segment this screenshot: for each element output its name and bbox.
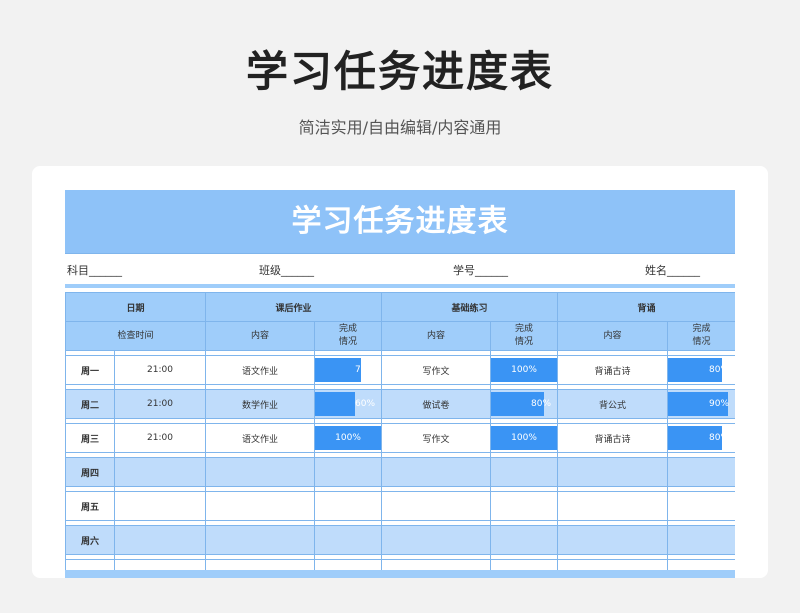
header-date: 日期 — [65, 292, 207, 322]
exercise-content-cell[interactable]: 写作文 — [381, 355, 492, 385]
progress-label: 80% — [709, 365, 730, 375]
day-cell: 周二 — [65, 389, 115, 419]
progress-bar: 100% — [315, 425, 381, 452]
recite-completion-cell[interactable]: 80% — [667, 423, 735, 453]
header-check-time: 检查时间 — [65, 321, 207, 351]
progress-label: 100% — [511, 365, 537, 375]
homework-content-cell[interactable] — [205, 525, 316, 555]
spreadsheet: 学习任务进度表 科目______ 班级______ 学号______ 姓名___… — [65, 190, 735, 578]
recite-content-cell[interactable]: 背诵古诗 — [557, 355, 669, 385]
exercise-completion-cell[interactable] — [490, 525, 559, 555]
check-time-cell[interactable] — [113, 491, 207, 521]
exercise-completion-cell[interactable] — [490, 491, 559, 521]
subject-field[interactable]: 科目______ — [67, 262, 122, 278]
preview-card: 学习任务进度表 科目______ 班级______ 学号______ 姓名___… — [32, 166, 768, 578]
recite-completion-cell[interactable] — [667, 525, 735, 555]
check-time-cell[interactable] — [113, 457, 207, 487]
class-field[interactable]: 班级______ — [259, 262, 314, 278]
day-cell: 周五 — [65, 491, 115, 521]
bottom-bar — [65, 570, 735, 578]
header-homework: 课后作业 — [205, 292, 383, 322]
recite-completion-cell[interactable]: 90% — [667, 389, 735, 419]
recite-content-cell[interactable] — [557, 525, 669, 555]
exercise-content-cell[interactable]: 做试卷 — [381, 389, 492, 419]
progress-fill — [315, 392, 355, 416]
sheet-title: 学习任务进度表 — [65, 190, 735, 253]
header-content: 内容 — [205, 321, 316, 351]
check-time-cell[interactable]: 21:00 — [113, 355, 207, 385]
table-row: 周五 — [65, 491, 735, 521]
progress-bar: 100% — [491, 425, 557, 452]
homework-content-cell[interactable]: 语文作业 — [205, 355, 316, 385]
exercise-completion-cell[interactable]: 80% — [490, 389, 559, 419]
exercise-content-cell[interactable] — [381, 525, 492, 555]
progress-bar: 100% — [491, 357, 557, 384]
exercise-completion-cell[interactable] — [490, 457, 559, 487]
recite-content-cell[interactable] — [557, 491, 669, 521]
homework-completion-cell[interactable] — [314, 491, 383, 521]
table-row: 周六 — [65, 525, 735, 555]
progress-label: 80% — [531, 399, 552, 409]
progress-bar: 90% — [668, 391, 735, 418]
header-recite: 背诵 — [557, 292, 735, 322]
recite-content-cell[interactable] — [557, 457, 669, 487]
day-cell: 周一 — [65, 355, 115, 385]
header-exercise: 基础练习 — [381, 292, 559, 322]
exercise-completion-cell[interactable]: 100% — [490, 423, 559, 453]
recite-content-cell[interactable]: 背公式 — [557, 389, 669, 419]
recite-completion-cell[interactable] — [667, 491, 735, 521]
progress-bar: 80% — [491, 391, 557, 418]
progress-label: 80% — [709, 433, 730, 443]
recite-completion-cell[interactable] — [667, 457, 735, 487]
table-row: 周一 21:00 语文作业 70% 写作文 100% 背诵古诗 80% — [65, 355, 735, 385]
header-completion: 完成 情况 — [667, 321, 735, 351]
progress-bar: 80% — [668, 357, 735, 384]
check-time-cell[interactable] — [113, 525, 207, 555]
header-completion: 完成 情况 — [314, 321, 383, 351]
homework-content-cell[interactable]: 数学作业 — [205, 389, 316, 419]
info-row: 科目______ 班级______ 学号______ 姓名______ — [65, 253, 735, 284]
header-completion: 完成 情况 — [490, 321, 559, 351]
header-row-2: 检查时间 内容 完成 情况 内容 完成 情况 内容 完成 情况 — [65, 321, 735, 351]
header-content: 内容 — [381, 321, 492, 351]
exercise-content-cell[interactable]: 写作文 — [381, 423, 492, 453]
progress-label: 100% — [335, 433, 361, 443]
progress-table: 日期 课后作业 基础练习 背诵 检查时间 内容 完成 情况 内容 完成 情况 内容 … — [65, 292, 735, 578]
exercise-content-cell[interactable] — [381, 491, 492, 521]
homework-content-cell[interactable] — [205, 491, 316, 521]
day-cell: 周三 — [65, 423, 115, 453]
header-row-1: 日期 课后作业 基础练习 背诵 — [65, 292, 735, 322]
student-id-field[interactable]: 学号______ — [453, 262, 508, 278]
homework-completion-cell[interactable]: 70% — [314, 355, 383, 385]
name-field[interactable]: 姓名______ — [645, 262, 700, 278]
progress-label: 100% — [511, 433, 537, 443]
progress-bar: 60% — [315, 391, 381, 418]
page-title: 学习任务进度表 — [245, 47, 554, 96]
separator-bar — [65, 284, 735, 288]
homework-completion-cell[interactable]: 60% — [314, 389, 383, 419]
progress-label: 90% — [709, 399, 730, 409]
progress-label: 60% — [355, 399, 376, 409]
homework-content-cell[interactable]: 语文作业 — [205, 423, 316, 453]
homework-completion-cell[interactable] — [314, 525, 383, 555]
table-row: 周三 21:00 语文作业 100% 写作文 100% 背诵古诗 80% — [65, 423, 735, 453]
table-row: 周二 21:00 数学作业 60% 做试卷 80% 背公式 90% — [65, 389, 735, 419]
homework-completion-cell[interactable] — [314, 457, 383, 487]
homework-content-cell[interactable] — [205, 457, 316, 487]
progress-bar: 80% — [668, 425, 735, 452]
page-subtitle: 简洁实用/自由编辑/内容通用 — [298, 118, 502, 137]
recite-completion-cell[interactable]: 80% — [667, 355, 735, 385]
check-time-cell[interactable]: 21:00 — [113, 423, 207, 453]
recite-content-cell[interactable]: 背诵古诗 — [557, 423, 669, 453]
check-time-cell[interactable]: 21:00 — [113, 389, 207, 419]
day-cell: 周四 — [65, 457, 115, 487]
exercise-content-cell[interactable] — [381, 457, 492, 487]
day-cell: 周六 — [65, 525, 115, 555]
progress-label: 70% — [355, 365, 376, 375]
table-row: 周四 — [65, 457, 735, 487]
progress-bar: 70% — [315, 357, 381, 384]
header-content: 内容 — [557, 321, 669, 351]
homework-completion-cell[interactable]: 100% — [314, 423, 383, 453]
exercise-completion-cell[interactable]: 100% — [490, 355, 559, 385]
